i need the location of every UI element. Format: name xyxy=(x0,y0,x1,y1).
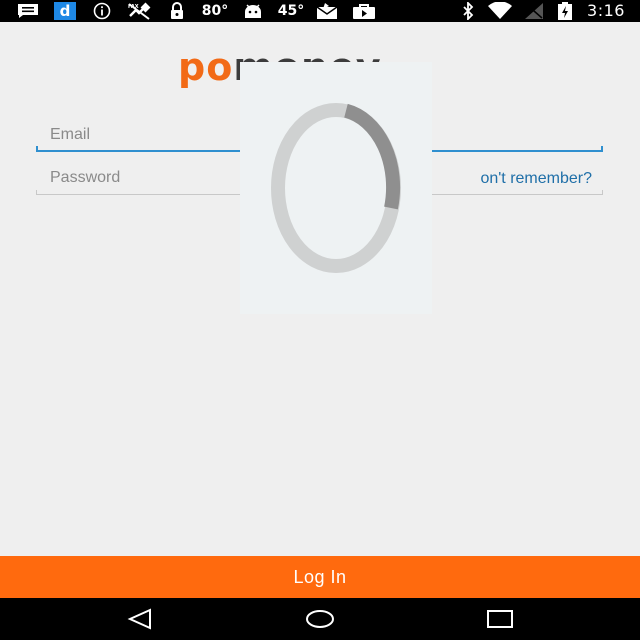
android-icon xyxy=(242,2,264,20)
mail-icon xyxy=(314,2,340,20)
logo-part-1: po xyxy=(178,45,234,89)
login-screen: d FAX 80° 45° 3:16 po Email on't remembe… xyxy=(0,0,640,640)
clock-time: 3:16 xyxy=(587,1,625,20)
svg-text:FAX: FAX xyxy=(128,4,139,10)
loading-dialog xyxy=(240,62,432,314)
status-bar: d FAX 80° 45° 3:16 xyxy=(0,0,640,22)
login-button[interactable]: Log In xyxy=(0,556,640,598)
message-icon xyxy=(16,2,40,20)
back-icon[interactable] xyxy=(100,598,180,640)
bluetooth-icon xyxy=(460,2,476,20)
no-signal-icon xyxy=(522,2,546,20)
lock-icon xyxy=(168,2,186,20)
home-icon[interactable] xyxy=(280,598,360,640)
battery-charging-icon xyxy=(556,2,574,20)
gps-off-icon: FAX xyxy=(126,2,152,20)
cpu-temp: 45° xyxy=(277,3,305,19)
battery-temp: 80° xyxy=(201,3,229,19)
recents-icon[interactable] xyxy=(460,598,540,640)
svg-text:d: d xyxy=(60,2,71,20)
info-icon xyxy=(92,2,112,20)
spinner-icon xyxy=(271,103,401,273)
d-app-icon: d xyxy=(54,2,76,20)
wifi-icon xyxy=(486,2,514,20)
forgot-password-link[interactable]: on't remember? xyxy=(480,170,592,188)
navigation-bar xyxy=(0,598,640,640)
play-store-icon xyxy=(352,2,376,20)
